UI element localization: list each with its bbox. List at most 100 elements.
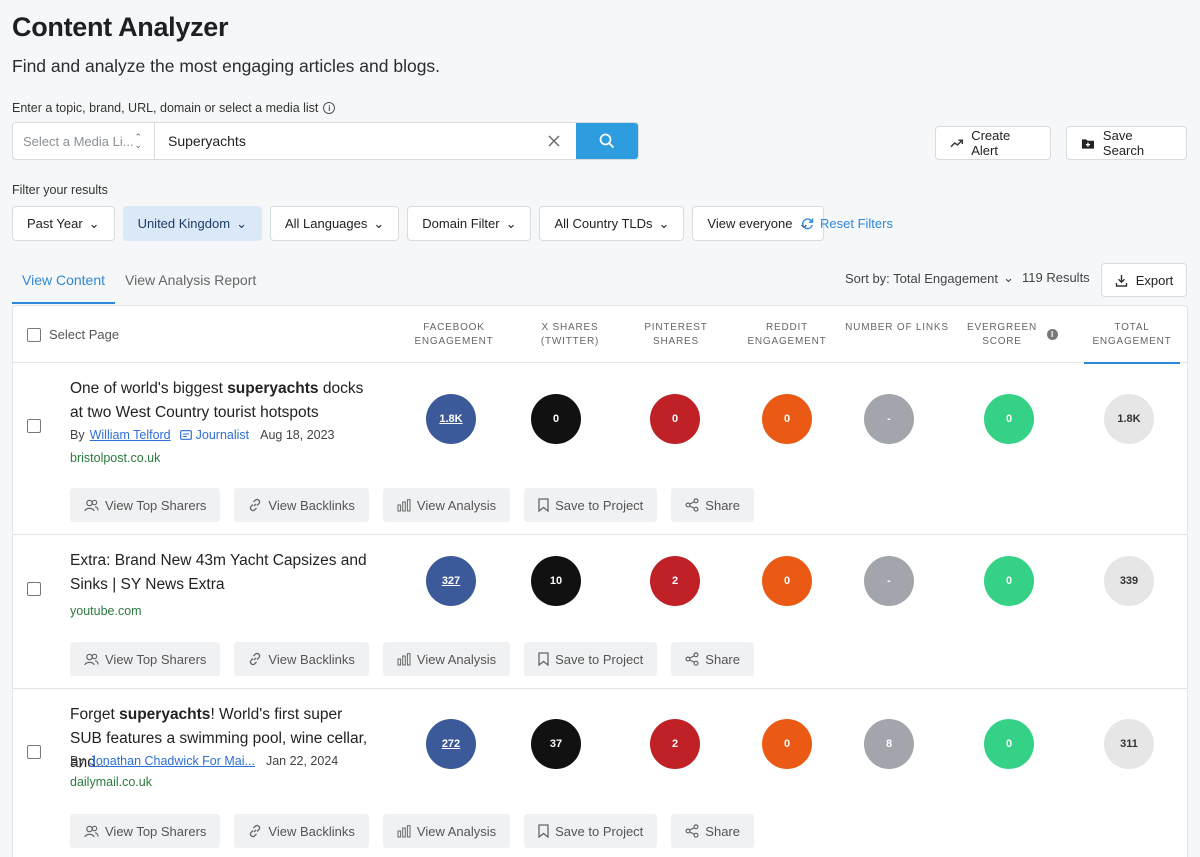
x-shares: 37 xyxy=(531,719,581,769)
action-label: View Backlinks xyxy=(268,651,355,667)
save-to-project-button[interactable]: Save to Project xyxy=(524,642,658,676)
row-checkbox[interactable] xyxy=(27,582,41,596)
filter-label: Filter your results xyxy=(12,183,108,197)
col-pinterest[interactable]: PINTEREST SHARES xyxy=(621,321,731,349)
col-x-shares[interactable]: X SHARES (TWITTER) xyxy=(515,321,625,349)
view-backlinks-button[interactable]: View Backlinks xyxy=(234,642,369,676)
col-facebook[interactable]: FACEBOOK ENGAGEMENT xyxy=(399,321,509,349)
col-total-engagement[interactable]: TOTAL ENGAGEMENT xyxy=(1084,321,1180,364)
reddit-engagement: 0 xyxy=(762,556,812,606)
select-page-checkbox[interactable] xyxy=(27,327,41,342)
filter-tld-label: All Country TLDs xyxy=(554,216,653,231)
chevron-down-icon: ⌄ xyxy=(505,215,517,231)
filter-country-label: United Kingdom xyxy=(137,216,231,231)
table-row: Forget superyachts! World's first super … xyxy=(13,689,1187,857)
save-to-project-button[interactable]: Save to Project xyxy=(524,488,658,522)
pinterest-shares: 2 xyxy=(650,719,700,769)
view-analysis-button[interactable]: View Analysis xyxy=(382,488,511,522)
article-domain[interactable]: dailymail.co.uk xyxy=(70,775,152,789)
info-icon[interactable]: i xyxy=(323,102,336,114)
tab-view-content[interactable]: View Content xyxy=(12,262,116,304)
x-shares: 10 xyxy=(531,556,581,606)
share-button[interactable]: Share xyxy=(671,488,754,522)
results-count: 119 Results xyxy=(1022,270,1090,285)
col-links[interactable]: NUMBER OF LINKS xyxy=(842,321,952,335)
number-of-links: - xyxy=(864,394,914,444)
bookmark-icon xyxy=(538,498,549,512)
row-actions: View Top Sharers View Backlinks View Ana… xyxy=(70,814,754,848)
journalist-link[interactable]: Journalist xyxy=(179,428,250,442)
filter-country-tld[interactable]: All Country TLDs ⌄ xyxy=(539,206,685,241)
number-of-links: - xyxy=(864,556,914,606)
sort-dropdown[interactable]: Sort by: Total Engagement ⌄ xyxy=(845,270,1014,286)
select-page-label: Select Page xyxy=(49,327,120,342)
author-link[interactable]: William Telford xyxy=(90,428,171,442)
reddit-engagement: 0 xyxy=(762,719,812,769)
select-arrows-icon: ⌃ ⌄ xyxy=(134,132,142,150)
view-top-sharers-button[interactable]: View Top Sharers xyxy=(70,642,221,676)
filter-bar: Past Year ⌄ United Kingdom ⌄ All Languages… xyxy=(12,206,825,241)
action-label: Share xyxy=(705,497,740,513)
view-analysis-button[interactable]: View Analysis xyxy=(382,642,511,676)
table-row: Extra: Brand New 43m Yacht Capsizes and … xyxy=(13,535,1187,689)
row-checkbox[interactable] xyxy=(27,745,41,759)
view-backlinks-button[interactable]: View Backlinks xyxy=(234,814,369,848)
reset-filters-link[interactable]: Reset Filters xyxy=(801,216,893,231)
action-label: View Analysis xyxy=(416,497,497,513)
link-icon xyxy=(250,652,261,666)
article-date: Jan 22, 2024 xyxy=(265,754,339,768)
share-icon xyxy=(685,652,699,666)
facebook-engagement[interactable]: 327 xyxy=(426,556,476,606)
filter-language[interactable]: All Languages ⌄ xyxy=(269,206,400,241)
users-icon xyxy=(84,499,99,511)
page-title: Content Analyzer xyxy=(12,12,229,42)
article-title[interactable]: Extra: Brand New 43m Yacht Capsizes and … xyxy=(70,549,370,597)
users-icon xyxy=(84,825,99,837)
row-checkbox[interactable] xyxy=(27,419,41,433)
evergreen-score: 0 xyxy=(984,556,1034,606)
title-highlight: superyachts xyxy=(227,380,319,397)
view-backlinks-button[interactable]: View Backlinks xyxy=(234,488,369,522)
search-button[interactable] xyxy=(576,123,638,159)
search-bar: Select a Media Li... ⌃ ⌄ xyxy=(12,122,639,160)
view-analysis-button[interactable]: View Analysis xyxy=(382,814,511,848)
chevron-down-icon: ⌄ xyxy=(1002,270,1014,285)
total-engagement: 311 xyxy=(1104,719,1154,769)
filter-date[interactable]: Past Year ⌄ xyxy=(12,206,115,241)
search-label: Enter a topic, brand, URL, domain or sel… xyxy=(12,101,336,115)
filter-domain[interactable]: Domain Filter ⌄ xyxy=(407,206,532,241)
save-search-label: Save Search xyxy=(1102,128,1145,158)
content-table: Select Page FACEBOOK ENGAGEMENT X SHARES… xyxy=(12,305,1188,857)
tab-view-analysis-report[interactable]: View Analysis Report xyxy=(115,262,266,304)
filter-country[interactable]: United Kingdom ⌄ xyxy=(122,206,262,241)
save-search-button[interactable]: Save Search xyxy=(1066,126,1187,160)
article-domain[interactable]: youtube.com xyxy=(70,604,142,618)
create-alert-button[interactable]: Create Alert xyxy=(935,126,1051,160)
share-button[interactable]: Share xyxy=(671,814,754,848)
close-icon[interactable] xyxy=(532,123,576,159)
journalist-label: Journalist xyxy=(195,428,250,442)
view-top-sharers-button[interactable]: View Top Sharers xyxy=(70,488,221,522)
title-text: Forget xyxy=(70,706,120,723)
view-top-sharers-button[interactable]: View Top Sharers xyxy=(70,814,221,848)
share-button[interactable]: Share xyxy=(671,642,754,676)
action-label: View Top Sharers xyxy=(105,497,207,513)
col-reddit[interactable]: REDDIT ENGAGEMENT xyxy=(732,321,842,349)
action-label: View Backlinks xyxy=(268,497,355,513)
author-link[interactable]: Jonathan Chadwick For Mai... xyxy=(90,754,255,768)
export-button[interactable]: Export xyxy=(1101,263,1187,297)
info-icon[interactable]: i xyxy=(1047,329,1058,340)
select-page[interactable]: Select Page xyxy=(27,327,119,342)
action-label: View Top Sharers xyxy=(105,823,207,839)
col-evergreen-label: EVERGREEN SCORE xyxy=(967,322,1037,347)
filter-date-label: Past Year xyxy=(27,216,83,231)
col-evergreen[interactable]: EVERGREEN SCORE i xyxy=(942,321,1062,349)
search-input[interactable] xyxy=(155,123,532,159)
facebook-engagement[interactable]: 1.8K xyxy=(426,394,476,444)
facebook-engagement[interactable]: 272 xyxy=(426,719,476,769)
article-title[interactable]: One of world's biggest superyachts docks… xyxy=(70,377,370,425)
article-domain[interactable]: bristolpost.co.uk xyxy=(70,451,160,465)
save-to-project-button[interactable]: Save to Project xyxy=(524,814,658,848)
media-list-select[interactable]: Select a Media Li... ⌃ ⌄ xyxy=(13,123,155,159)
search-icon xyxy=(599,133,615,149)
